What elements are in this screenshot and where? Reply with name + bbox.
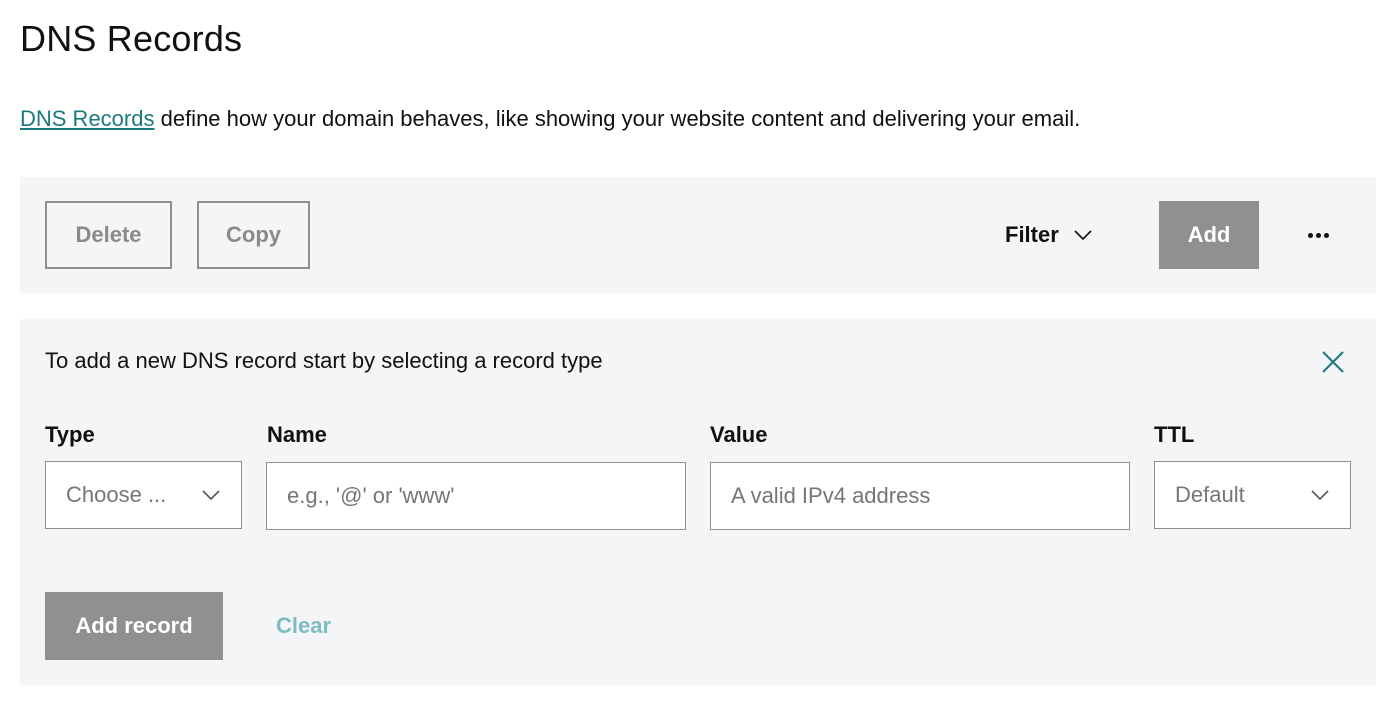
value-field <box>710 462 1130 530</box>
add-record-panel: To add a new DNS record start by selecti… <box>20 319 1376 685</box>
ttl-label: TTL <box>1154 422 1195 447</box>
page-title: DNS Records <box>20 18 243 59</box>
intro-text: DNS Records define how your domain behav… <box>20 106 1080 132</box>
chevron-down-icon <box>1311 490 1329 501</box>
delete-button[interactable]: Delete <box>45 201 172 269</box>
name-label: Name <box>267 422 327 447</box>
filter-dropdown[interactable]: Filter <box>1005 201 1093 269</box>
name-field <box>266 462 686 530</box>
type-select-value: Choose ... <box>66 482 167 507</box>
add-button[interactable]: Add <box>1159 201 1259 269</box>
add-record-button[interactable]: Add record <box>45 592 223 660</box>
records-toolbar: Delete Copy Filter Add <box>20 177 1376 293</box>
dns-records-link[interactable]: DNS Records <box>20 106 154 131</box>
filter-label: Filter <box>1005 222 1059 247</box>
ttl-select[interactable]: Default <box>1154 461 1351 529</box>
more-dot <box>1323 232 1329 238</box>
clear-button[interactable]: Clear <box>276 592 331 660</box>
add-record-hint: To add a new DNS record start by selecti… <box>45 348 603 373</box>
chevron-down-icon <box>1074 230 1092 241</box>
close-icon[interactable] <box>1320 349 1346 375</box>
name-input[interactable] <box>267 463 685 529</box>
more-options-button[interactable] <box>1298 201 1338 269</box>
ttl-select-value: Default <box>1175 482 1245 507</box>
value-input[interactable] <box>711 463 1129 529</box>
more-dot <box>1315 232 1321 238</box>
more-dot <box>1307 232 1313 238</box>
copy-button[interactable]: Copy <box>197 201 310 269</box>
type-label: Type <box>45 422 95 447</box>
intro-description: define how your domain behaves, like sho… <box>154 106 1081 131</box>
value-label: Value <box>710 422 768 447</box>
chevron-down-icon <box>202 490 220 501</box>
type-select[interactable]: Choose ... <box>45 461 242 529</box>
